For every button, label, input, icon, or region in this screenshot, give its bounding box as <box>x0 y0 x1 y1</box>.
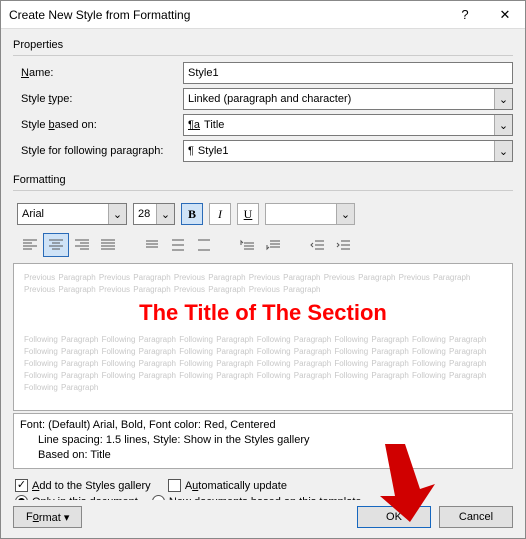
preview-ghost-previous: Previous Paragraph Previous Paragraph Pr… <box>24 272 502 296</box>
style-type-label: Style type: <box>13 93 183 105</box>
following-value: Style1 <box>198 145 229 157</box>
space-before-inc-button[interactable] <box>235 233 261 257</box>
desc-line: Based on: Title <box>20 448 506 463</box>
pilcrow-icon: ¶ <box>188 145 194 157</box>
format-button[interactable]: Format ▾ <box>13 506 82 528</box>
indent-decrease-button[interactable] <box>305 233 331 257</box>
space-before-dec-button[interactable] <box>261 233 287 257</box>
chevron-down-icon: ⌄ <box>494 141 512 161</box>
chevron-down-icon: ⌄ <box>156 204 174 224</box>
formatting-section-label: Formatting <box>13 174 513 186</box>
bold-button[interactable]: B <box>181 203 203 225</box>
preview-sample-text: The Title of The Section <box>24 300 502 326</box>
formatting-toolbar: Arial ⌄ 28 ⌄ B I U ⌄ <box>17 203 513 225</box>
font-combo[interactable]: Arial ⌄ <box>17 203 127 225</box>
style-description: Font: (Default) Arial, Bold, Font color:… <box>13 413 513 469</box>
divider <box>13 190 513 191</box>
spacing-single-button[interactable] <box>139 233 165 257</box>
align-justify-button[interactable] <box>95 233 121 257</box>
based-on-label: Style based on: <box>13 119 183 131</box>
font-size-combo[interactable]: 28 ⌄ <box>133 203 175 225</box>
font-value: Arial <box>22 208 44 220</box>
dialog-title: Create New Style from Formatting <box>9 8 445 22</box>
add-to-gallery-checkbox[interactable] <box>15 479 28 492</box>
desc-line: Line spacing: 1.5 lines, Style: Show in … <box>20 433 506 448</box>
name-input[interactable] <box>183 62 513 84</box>
preview-ghost-following: Following Paragraph Following Paragraph … <box>24 334 502 394</box>
based-on-combo[interactable]: ¶a Title ⌄ <box>183 114 513 136</box>
desc-line: Font: (Default) Arial, Bold, Font color:… <box>20 418 506 433</box>
chevron-down-icon: ⌄ <box>336 204 354 224</box>
chevron-down-icon: ⌄ <box>494 89 512 109</box>
cancel-button[interactable]: Cancel <box>439 506 513 528</box>
font-size-value: 28 <box>138 208 150 220</box>
underline-button[interactable]: U <box>237 203 259 225</box>
following-combo[interactable]: ¶ Style1 ⌄ <box>183 140 513 162</box>
ok-button[interactable]: OK <box>357 506 431 528</box>
help-button[interactable]: ? <box>445 1 485 29</box>
dialog-window: Create New Style from Formatting ? ✕ Pro… <box>0 0 526 539</box>
properties-section-label: Properties <box>13 39 513 51</box>
font-color-button[interactable]: ⌄ <box>265 203 355 225</box>
following-label: Style for following paragraph: <box>13 145 183 157</box>
pilcrow-icon: ¶a <box>188 119 200 131</box>
style-type-value: Linked (paragraph and character) <box>188 93 351 105</box>
spacing-double-button[interactable] <box>191 233 217 257</box>
chevron-down-icon: ⌄ <box>494 115 512 135</box>
paragraph-toolbar <box>17 233 513 257</box>
align-center-button[interactable] <box>43 233 69 257</box>
auto-update-checkbox[interactable] <box>168 479 181 492</box>
based-on-value: Title <box>204 119 224 131</box>
auto-update-label: Automatically update <box>185 480 287 492</box>
preview-pane: Previous Paragraph Previous Paragraph Pr… <box>13 263 513 411</box>
chevron-down-icon: ⌄ <box>108 204 126 224</box>
italic-button[interactable]: I <box>209 203 231 225</box>
align-right-button[interactable] <box>69 233 95 257</box>
divider <box>13 55 513 56</box>
close-button[interactable]: ✕ <box>485 1 525 29</box>
indent-increase-button[interactable] <box>331 233 357 257</box>
titlebar: Create New Style from Formatting ? ✕ <box>1 1 525 29</box>
spacing-15-button[interactable] <box>165 233 191 257</box>
align-left-button[interactable] <box>17 233 43 257</box>
name-label: Name: <box>13 67 183 79</box>
style-type-combo[interactable]: Linked (paragraph and character) ⌄ <box>183 88 513 110</box>
add-to-gallery-label: Add to the Styles gallery <box>32 480 151 492</box>
